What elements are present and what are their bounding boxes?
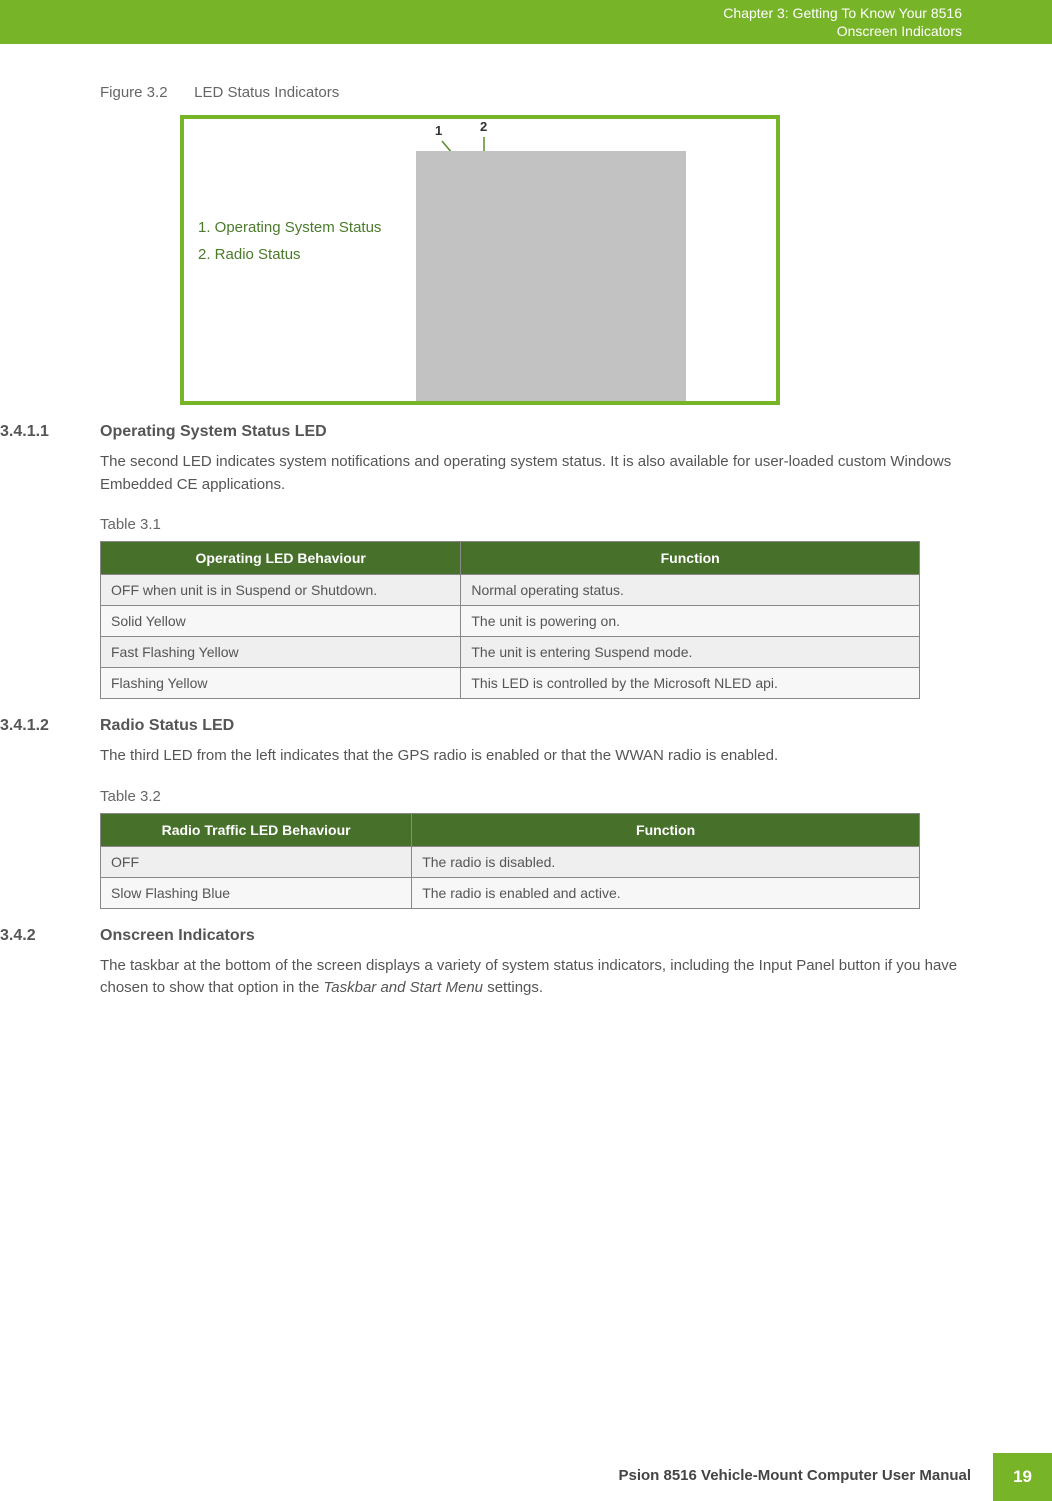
legend-line-2: 2. Radio Status xyxy=(198,241,381,268)
table-cell: Normal operating status. xyxy=(461,575,920,606)
section-number: 3.4.1.1 xyxy=(0,423,100,441)
table-row: Solid Yellow The unit is powering on. xyxy=(101,606,920,637)
table-radio-led: Radio Traffic LED Behaviour Function OFF… xyxy=(100,813,920,909)
table-cell: OFF when unit is in Suspend or Shutdown. xyxy=(101,575,461,606)
table-row: Flashing Yellow This LED is controlled b… xyxy=(101,668,920,699)
section-body: The taskbar at the bottom of the screen … xyxy=(100,955,962,1000)
table-operating-led: Operating LED Behaviour Function OFF whe… xyxy=(100,541,920,699)
header-bar: Chapter 3: Getting To Know Your 8516 Ons… xyxy=(0,0,1052,44)
table-header: Function xyxy=(412,813,920,846)
page-footer: Psion 8516 Vehicle-Mount Computer User M… xyxy=(596,1453,1052,1501)
figure-title: LED Status Indicators xyxy=(194,84,339,101)
body-text-post: settings. xyxy=(483,979,543,996)
footer-text: Psion 8516 Vehicle-Mount Computer User M… xyxy=(596,1453,993,1501)
table-header: Radio Traffic LED Behaviour xyxy=(101,813,412,846)
table-row: Fast Flashing Yellow The unit is enterin… xyxy=(101,637,920,668)
header-section: Onscreen Indicators xyxy=(723,22,962,40)
table-label: Table 3.2 xyxy=(100,788,962,805)
table-cell: OFF xyxy=(101,846,412,877)
table-cell: This LED is controlled by the Microsoft … xyxy=(461,668,920,699)
section-title: Operating System Status LED xyxy=(100,423,327,441)
table-header: Function xyxy=(461,542,920,575)
device-image-placeholder xyxy=(416,151,686,401)
section-number: 3.4.1.2 xyxy=(0,717,100,735)
figure-caption: Figure 3.2 LED Status Indicators xyxy=(100,84,962,101)
table-label: Table 3.1 xyxy=(100,516,962,533)
table-row: OFF The radio is disabled. xyxy=(101,846,920,877)
table-header: Operating LED Behaviour xyxy=(101,542,461,575)
section-body: The third LED from the left indicates th… xyxy=(100,745,962,768)
table-cell: Fast Flashing Yellow xyxy=(101,637,461,668)
table-cell: The unit is entering Suspend mode. xyxy=(461,637,920,668)
legend-line-1: 1. Operating System Status xyxy=(198,214,381,241)
section-title: Radio Status LED xyxy=(100,717,234,735)
table-cell: Solid Yellow xyxy=(101,606,461,637)
body-text-italic: Taskbar and Start Menu xyxy=(323,979,483,996)
table-cell: The radio is disabled. xyxy=(412,846,920,877)
figure-box: 1. Operating System Status 2. Radio Stat… xyxy=(180,115,780,405)
table-cell: The radio is enabled and active. xyxy=(412,877,920,908)
figure-legend: 1. Operating System Status 2. Radio Stat… xyxy=(198,214,381,268)
footer-page-number: 19 xyxy=(993,1453,1052,1501)
table-row: OFF when unit is in Suspend or Shutdown.… xyxy=(101,575,920,606)
table-row: Slow Flashing Blue The radio is enabled … xyxy=(101,877,920,908)
table-cell: Slow Flashing Blue xyxy=(101,877,412,908)
header-chapter: Chapter 3: Getting To Know Your 8516 xyxy=(723,4,962,22)
section-number: 3.4.2 xyxy=(0,927,100,945)
section-body: The second LED indicates system notifica… xyxy=(100,451,962,496)
page-content: Figure 3.2 LED Status Indicators 1. Oper… xyxy=(0,44,1052,1000)
table-cell: Flashing Yellow xyxy=(101,668,461,699)
figure-number: Figure 3.2 xyxy=(100,84,190,101)
section-title: Onscreen Indicators xyxy=(100,927,255,945)
table-cell: The unit is powering on. xyxy=(461,606,920,637)
